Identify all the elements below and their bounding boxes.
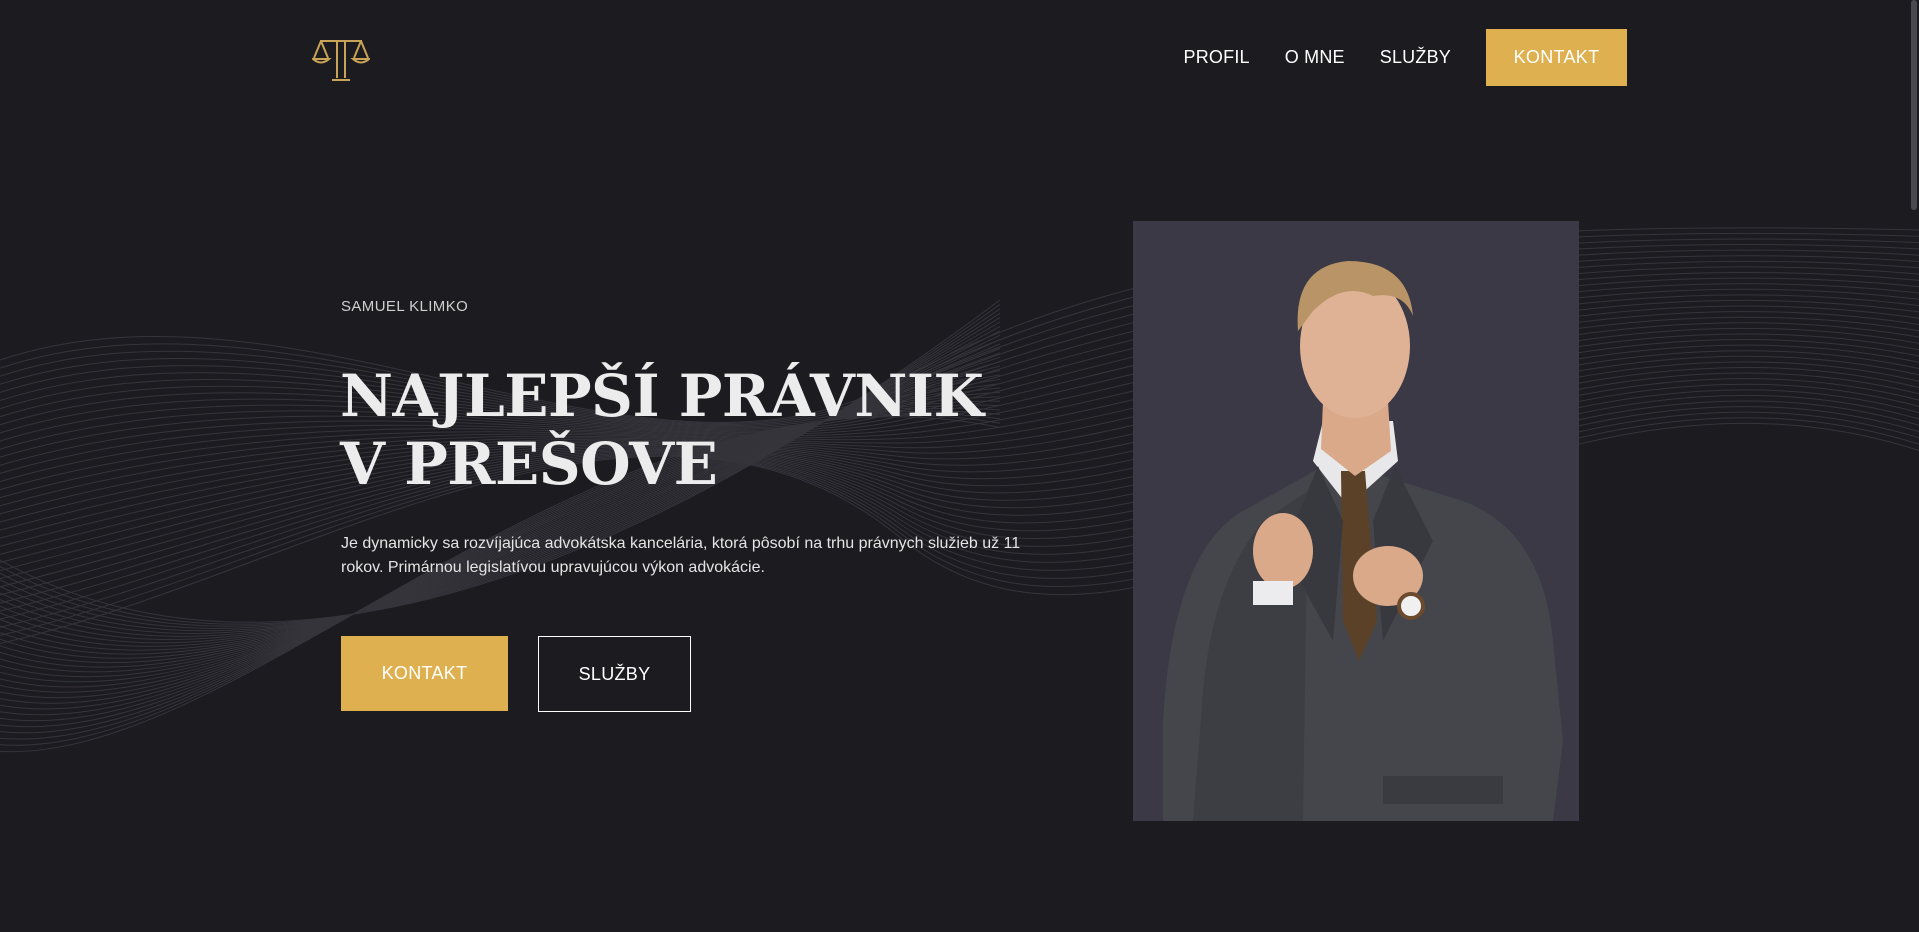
hero-headline: NAJLEPŠÍ PRÁVNIK V PREŠOVE <box>340 362 984 498</box>
contact-button[interactable]: KONTAKT <box>341 636 508 711</box>
hero-description: Je dynamicky sa rozvíjajúca advokátska k… <box>341 535 1021 576</box>
lawyer-portrait-photo <box>1133 221 1579 821</box>
portrait-illustration <box>1163 261 1563 821</box>
page-scrollbar[interactable] <box>1911 0 1917 210</box>
services-button[interactable]: SLUŽBY <box>538 636 691 712</box>
scales-of-justice-icon[interactable] <box>312 38 370 84</box>
nav-link-profil[interactable]: PROFIL <box>1184 47 1250 68</box>
main-nav: PROFIL O MNE SLUŽBY KONTAKT <box>1184 29 1627 86</box>
nav-link-sluzby[interactable]: SLUŽBY <box>1380 47 1451 68</box>
hero-eyebrow: SAMUEL KLIMKO <box>341 298 469 315</box>
nav-contact-button[interactable]: KONTAKT <box>1486 29 1627 86</box>
nav-link-o-mne[interactable]: O MNE <box>1285 47 1345 68</box>
